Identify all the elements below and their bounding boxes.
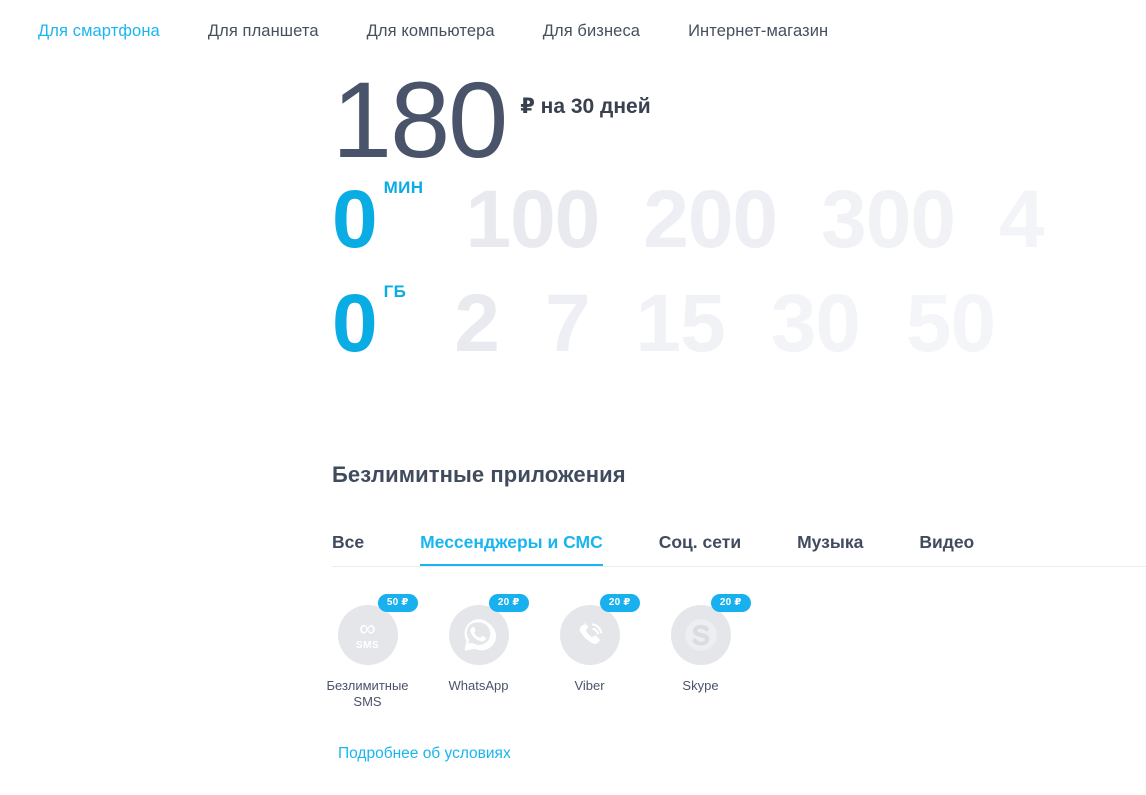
tab-music[interactable]: Музыка [797, 532, 863, 567]
unlimited-apps-section: Безлимитные приложения Все Мессенджеры и… [0, 462, 1146, 711]
minutes-unit-label: мин [383, 178, 424, 197]
nav-item-business[interactable]: Для бизнеса [543, 22, 640, 41]
apps-category-tabs: Все Мессенджеры и СМС Соц. сети Музыка В… [332, 532, 1146, 567]
nav-item-tablet[interactable]: Для планшета [208, 22, 319, 41]
data-unit-label: ГБ [383, 282, 407, 301]
price-badge: 50 ₽ [377, 594, 418, 612]
data-option-15[interactable]: 15 [635, 283, 725, 365]
app-icon-wrapper[interactable]: 20 ₽ [448, 594, 529, 665]
apps-section-title: Безлимитные приложения [332, 462, 626, 487]
nav-item-computer[interactable]: Для компьютера [367, 22, 495, 41]
top-navigation: Для смартфона Для планшета Для компьютер… [0, 0, 1146, 62]
price-badge: 20 ₽ [488, 594, 529, 612]
app-label: Skype [682, 678, 719, 693]
price-badge: 20 ₽ [710, 594, 751, 612]
data-selected-value[interactable]: 0 [332, 283, 378, 365]
minutes-slider-options[interactable]: 100 200 300 4 [465, 179, 1045, 261]
price-badge: 20 ₽ [599, 594, 640, 612]
app-label: WhatsApp [448, 678, 509, 693]
data-slider-options[interactable]: 2 7 15 30 50 [454, 283, 996, 365]
minutes-slider[interactable]: 0 мин 100 200 300 4 [332, 168, 1146, 272]
minutes-slider-track[interactable]: 0 мин 100 200 300 4 [332, 168, 1146, 272]
tabs-divider [332, 566, 1146, 567]
minutes-selected-value[interactable]: 0 [332, 179, 378, 261]
whatsapp-icon [464, 619, 496, 651]
tab-video[interactable]: Видео [919, 532, 974, 567]
data-option-7[interactable]: 7 [545, 283, 591, 365]
data-slider-track[interactable]: 0 ГБ 2 7 15 30 50 [332, 272, 1146, 376]
app-tile-viber[interactable]: 20 ₽ Viber [554, 594, 640, 711]
minutes-option-400[interactable]: 4 [999, 179, 1045, 261]
data-option-30[interactable]: 30 [771, 283, 861, 365]
viber-icon [579, 622, 602, 644]
price-block: 180 ₽ на 30 дней [332, 59, 1146, 180]
minutes-option-300[interactable]: 300 [821, 179, 956, 261]
minutes-option-100[interactable]: 100 [465, 179, 600, 261]
skype-icon [684, 619, 717, 651]
app-label: Безлимитные SMS [326, 678, 409, 710]
app-tile-skype[interactable]: 20 ₽ Skype [665, 594, 751, 711]
app-label: Viber [574, 678, 605, 693]
data-option-2[interactable]: 2 [454, 283, 500, 365]
app-icon-wrapper[interactable]: 20 ₽ [559, 594, 640, 665]
infinity-glyph: ∞ [359, 614, 376, 641]
nav-item-smartphone[interactable]: Для смартфона [38, 22, 160, 41]
app-list: ∞ SMS 50 ₽ БезлимитныеSMS 20 ₽ WhatsApp [326, 594, 1146, 711]
tariff-constructor: 180 ₽ на 30 дней 0 мин 100 200 300 4 0 Г… [0, 62, 1146, 376]
sms-glyph-label: SMS [355, 640, 380, 652]
data-option-50[interactable]: 50 [906, 283, 996, 365]
infinity-sms-icon: ∞ SMS [355, 614, 380, 652]
app-icon-wrapper[interactable]: 20 ₽ [670, 594, 751, 665]
minutes-option-200[interactable]: 200 [643, 179, 778, 261]
data-slider[interactable]: 0 ГБ 2 7 15 30 50 [332, 272, 1146, 376]
more-conditions-link[interactable]: Подробнее об условиях [0, 745, 511, 763]
app-icon-wrapper[interactable]: ∞ SMS 50 ₽ [337, 594, 418, 665]
tab-social-networks[interactable]: Соц. сети [659, 532, 741, 567]
tab-all[interactable]: Все [332, 532, 364, 567]
tab-messengers-sms[interactable]: Мессенджеры и СМС [420, 532, 603, 567]
app-tile-whatsapp[interactable]: 20 ₽ WhatsApp [443, 594, 529, 711]
price-period-label: ₽ на 30 дней [520, 95, 651, 118]
price-value: 180 [332, 59, 508, 180]
nav-item-online-store[interactable]: Интернет-магазин [688, 22, 828, 41]
app-tile-unlimited-sms[interactable]: ∞ SMS 50 ₽ Безлимитные SMS [326, 594, 418, 711]
